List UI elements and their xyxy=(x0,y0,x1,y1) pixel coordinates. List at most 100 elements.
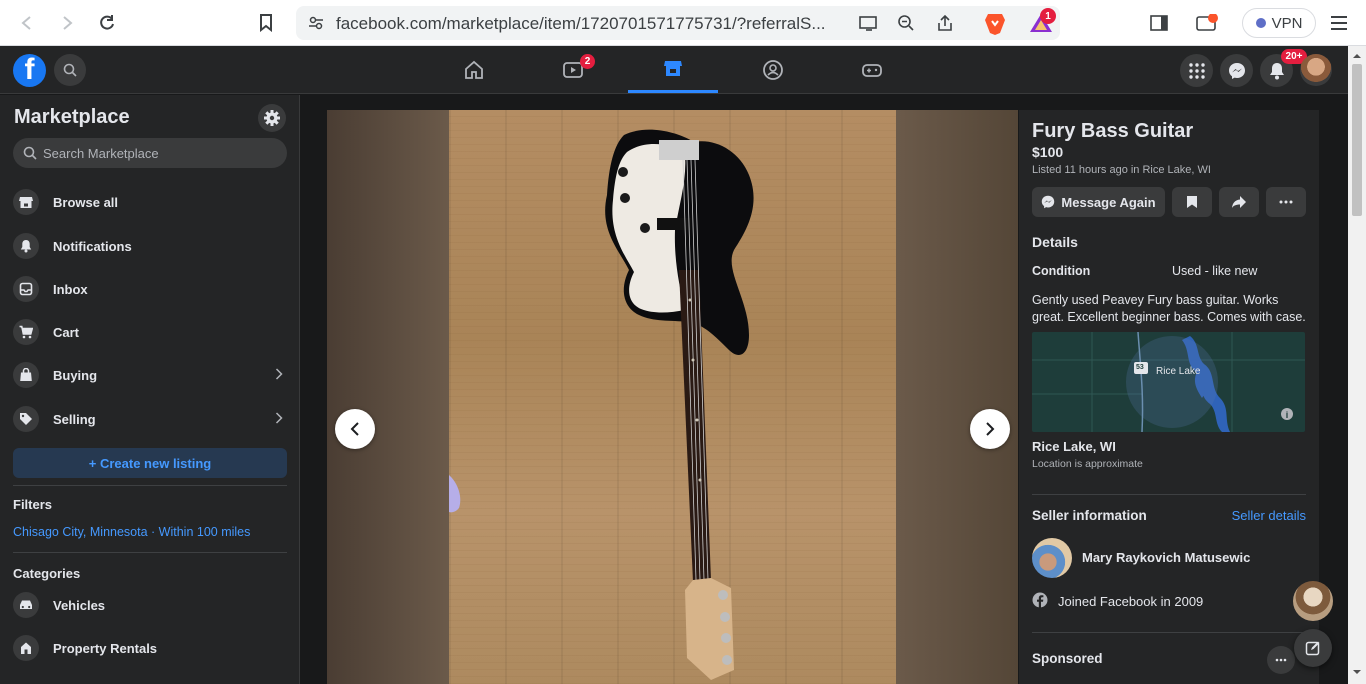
tab-groups[interactable] xyxy=(728,46,818,93)
facebook-top-nav: f 2 20+ xyxy=(0,46,1366,94)
tab-home[interactable] xyxy=(429,46,519,93)
create-listing-label: + Create new listing xyxy=(88,455,212,471)
marketplace-icon xyxy=(664,61,682,76)
new-message-button[interactable] xyxy=(1294,629,1332,667)
brave-shield-icon[interactable] xyxy=(984,12,1006,35)
share-icon[interactable] xyxy=(936,14,954,37)
reload-icon[interactable] xyxy=(96,12,118,34)
tab-watch[interactable]: 2 xyxy=(528,46,618,93)
more-dots-icon xyxy=(1275,658,1287,662)
category-vehicles[interactable]: Vehicles xyxy=(13,587,287,623)
divider xyxy=(1032,632,1306,633)
search-input[interactable] xyxy=(43,145,273,161)
sidebar-item-inbox[interactable]: Inbox xyxy=(13,271,287,307)
vpn-status-icon xyxy=(1255,18,1266,28)
vpn-button[interactable]: VPN xyxy=(1242,8,1316,38)
messenger-icon xyxy=(1042,195,1055,209)
sidebar-item-browse-all[interactable]: Browse all xyxy=(13,184,287,220)
divider xyxy=(13,552,287,553)
sidebar-title: Marketplace xyxy=(14,106,130,128)
joined-facebook: Joined Facebook in 2009 xyxy=(1032,592,1203,611)
url-text: facebook.com/marketplace/item/1720701571… xyxy=(336,14,826,33)
sponsored-heading: Sponsored xyxy=(1032,651,1103,666)
listing-details-panel: Fury Bass Guitar $100 Listed 11 hours ag… xyxy=(1019,110,1319,684)
seller-avatar[interactable] xyxy=(1032,538,1072,578)
sidebar-item-cart[interactable]: Cart xyxy=(13,314,287,350)
compose-icon xyxy=(1305,641,1320,656)
location-map[interactable]: i 53 Rice Lake xyxy=(1032,332,1305,432)
previous-photo-button[interactable] xyxy=(335,409,375,449)
sidebar-item-label: Cart xyxy=(53,324,80,340)
facebook-search-icon[interactable] xyxy=(54,54,86,86)
groups-icon xyxy=(763,59,783,80)
home-icon xyxy=(465,60,483,79)
create-listing-button[interactable]: + Create new listing xyxy=(13,448,287,478)
bookmark-icon[interactable] xyxy=(255,12,277,34)
marketplace-search[interactable] xyxy=(13,138,287,168)
scrollbar-thumb[interactable] xyxy=(1352,64,1362,216)
messenger-icon[interactable] xyxy=(1220,54,1253,87)
sidebar-item-selling[interactable]: Selling xyxy=(13,401,287,437)
save-listing-button[interactable] xyxy=(1172,187,1212,217)
chevron-right-icon xyxy=(986,422,995,436)
message-again-button[interactable]: Message Again xyxy=(1032,187,1165,217)
category-label: Vehicles xyxy=(53,597,106,613)
condition-value: Used - like new xyxy=(1172,264,1258,278)
watch-badge: 2 xyxy=(580,54,595,69)
seller-name[interactable]: Mary Raykovich Matusewic xyxy=(1082,550,1250,565)
sidebar-item-buying[interactable]: Buying xyxy=(13,357,287,393)
chevron-right-icon xyxy=(275,411,283,427)
svg-text:i: i xyxy=(1286,410,1289,420)
filters-heading: Filters xyxy=(13,497,53,512)
categories-heading: Categories xyxy=(13,566,81,581)
brave-rewards-icon[interactable]: 1 xyxy=(1028,8,1056,39)
account-avatar[interactable] xyxy=(1300,54,1332,86)
back-icon[interactable] xyxy=(16,12,38,34)
sidebar-item-notifications[interactable]: Notifications xyxy=(13,228,287,264)
next-photo-button[interactable] xyxy=(970,409,1010,449)
menu-grid-icon[interactable] xyxy=(1180,54,1213,87)
more-dots-icon xyxy=(1279,200,1293,204)
chat-head-avatar[interactable] xyxy=(1293,581,1333,621)
address-bar[interactable]: facebook.com/marketplace/item/1720701571… xyxy=(296,6,1060,40)
chevron-right-icon xyxy=(275,367,283,383)
cast-icon[interactable] xyxy=(858,14,878,37)
forward-icon[interactable] xyxy=(56,12,78,34)
page-scrollbar[interactable] xyxy=(1348,46,1366,684)
seller-details-link[interactable]: Seller details xyxy=(1232,508,1306,523)
inbox-icon xyxy=(13,276,39,302)
listing-photo-viewer xyxy=(327,110,1018,684)
sponsored-more-button[interactable] xyxy=(1267,646,1295,674)
category-property-rentals[interactable]: Property Rentals xyxy=(13,630,287,666)
sidebar-item-label: Inbox xyxy=(53,281,88,297)
house-icon xyxy=(13,635,39,661)
site-settings-icon[interactable] xyxy=(308,15,324,36)
joined-text: Joined Facebook in 2009 xyxy=(1058,594,1204,609)
listing-price: $100 xyxy=(1032,144,1064,160)
listing-meta: Listed 11 hours ago in Rice Lake, WI xyxy=(1032,164,1211,176)
facebook-logo[interactable]: f xyxy=(13,54,46,87)
car-icon xyxy=(13,592,39,618)
seller-heading: Seller information xyxy=(1032,508,1147,523)
tab-marketplace[interactable] xyxy=(628,46,718,93)
more-options-button[interactable] xyxy=(1266,187,1306,217)
location-note: Location is approximate xyxy=(1032,458,1143,470)
message-again-label: Message Again xyxy=(1061,194,1156,210)
listing-description: Gently used Peavey Fury bass guitar. Wor… xyxy=(1032,293,1306,324)
menu-icon[interactable] xyxy=(1328,12,1350,34)
marketplace-sidebar: Marketplace Browse all Notifications Inb… xyxy=(0,95,300,684)
share-listing-button[interactable] xyxy=(1219,187,1259,217)
sidebar-toggle-icon[interactable] xyxy=(1148,12,1170,34)
settings-gear-icon[interactable] xyxy=(258,104,286,132)
wallet-icon[interactable] xyxy=(1196,12,1218,34)
facebook-circle-icon xyxy=(1032,592,1048,611)
photo-blur-backdrop xyxy=(896,110,1018,684)
listing-title: Fury Bass Guitar xyxy=(1032,120,1194,142)
location-filter-link[interactable]: Chisago City, Minnesota · Within 100 mil… xyxy=(13,525,250,539)
sidebar-item-label: Buying xyxy=(53,367,98,383)
tab-gaming[interactable] xyxy=(827,46,917,93)
zoom-icon[interactable] xyxy=(897,14,915,37)
bass-guitar-image xyxy=(449,129,754,680)
search-icon xyxy=(23,146,37,160)
scroll-up-icon xyxy=(1353,54,1361,58)
